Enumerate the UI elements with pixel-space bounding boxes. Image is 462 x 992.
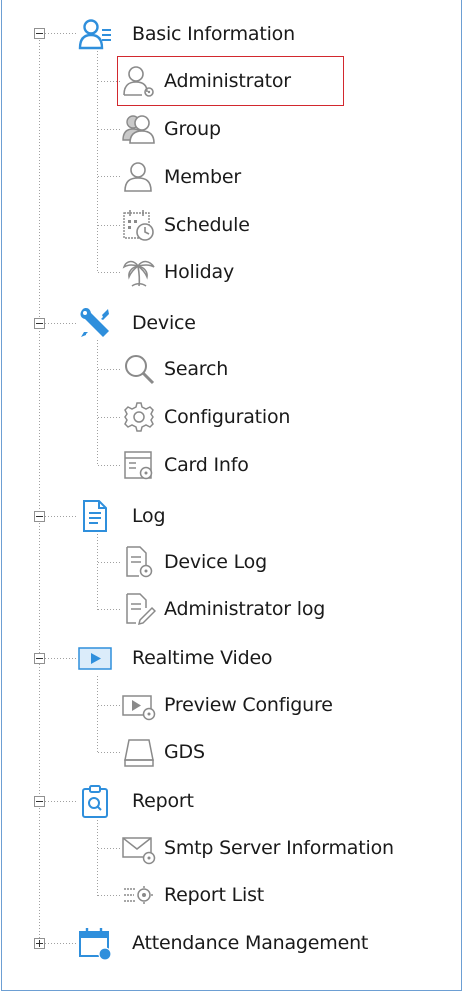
tree-node-search[interactable]: Search: [122, 349, 342, 389]
tree-node-label: Search: [164, 358, 229, 380]
tree-node-group[interactable]: Group: [122, 109, 342, 149]
tree-node-label: Attendance Management: [132, 932, 369, 954]
tree-node-label: Preview Configure: [164, 694, 333, 716]
tree-node-label: Device: [132, 312, 196, 334]
play-gear-icon: [122, 688, 156, 722]
tree-node-label: Group: [164, 118, 221, 140]
device-box-icon: [122, 735, 156, 769]
clipboard-search-icon: [78, 784, 112, 818]
tree-node-schedule[interactable]: Schedule: [122, 205, 342, 245]
expand-toggle-attendance-management[interactable]: [34, 938, 45, 949]
collapse-toggle-realtime-video[interactable]: [34, 653, 45, 664]
tree-node-administrator-log[interactable]: Administrator log: [122, 589, 382, 629]
palm-tree-icon: [122, 255, 156, 289]
tree-node-report[interactable]: Report: [78, 781, 328, 821]
document-gear-icon: [122, 545, 156, 579]
tree-node-device[interactable]: Device: [78, 303, 328, 343]
mail-gear-icon: [122, 831, 156, 865]
tree-node-attendance-management[interactable]: Attendance Management: [78, 923, 408, 963]
tree-node-basic-information[interactable]: Basic Information: [78, 14, 378, 54]
tree-node-label: Administrator: [164, 70, 291, 92]
tree-node-configuration[interactable]: Configuration: [122, 397, 372, 437]
document-icon: [78, 499, 112, 533]
tree-node-preview-configure[interactable]: Preview Configure: [122, 685, 392, 725]
tree-node-label: Configuration: [164, 406, 291, 428]
magnifier-icon: [122, 352, 156, 386]
calendar-clock-icon: [122, 208, 156, 242]
tree-node-log[interactable]: Log: [78, 496, 328, 536]
admin-user-gear-icon: [122, 64, 156, 98]
gear-icon: [122, 400, 156, 434]
tree-node-label: Realtime Video: [132, 647, 273, 669]
tree-node-administrator[interactable]: Administrator: [122, 61, 342, 101]
tree-node-holiday[interactable]: Holiday: [122, 252, 342, 292]
collapse-toggle-log[interactable]: [34, 511, 45, 522]
list-gear-icon: [122, 878, 156, 912]
tree-node-member[interactable]: Member: [122, 157, 342, 197]
tools-icon: [78, 306, 112, 340]
user-list-icon: [78, 17, 112, 51]
navigation-tree-panel: Basic Information Administrator Group Me…: [1, 0, 462, 991]
collapse-toggle-device[interactable]: [34, 318, 45, 329]
tree-node-gds[interactable]: GDS: [122, 732, 342, 772]
user-group-icon: [122, 112, 156, 146]
tree-node-label: Member: [164, 166, 241, 188]
tree-node-label: Schedule: [164, 214, 250, 236]
tree-node-label: Device Log: [164, 551, 267, 573]
tree-node-label: Administrator log: [164, 598, 326, 620]
document-pen-icon: [122, 592, 156, 626]
play-icon: [78, 641, 112, 675]
tree-node-label: Holiday: [164, 261, 235, 283]
tree-node-label: Report List: [164, 884, 265, 906]
card-gear-icon: [122, 448, 156, 482]
tree-node-smtp-server-information[interactable]: Smtp Server Information: [122, 828, 452, 868]
tree-node-label: Report: [132, 790, 194, 812]
tree-node-label: GDS: [164, 741, 205, 763]
tree-node-card-info[interactable]: Card Info: [122, 445, 342, 485]
tree-node-device-log[interactable]: Device Log: [122, 542, 342, 582]
tree-node-report-list[interactable]: Report List: [122, 875, 342, 915]
calendar-user-icon: [78, 926, 112, 960]
tree-node-label: Smtp Server Information: [164, 837, 394, 859]
tree-node-label: Card Info: [164, 454, 249, 476]
collapse-toggle-basic-information[interactable]: [34, 28, 45, 39]
tree-node-realtime-video[interactable]: Realtime Video: [78, 638, 348, 678]
tree-node-label: Basic Information: [132, 23, 295, 45]
tree-node-label: Log: [132, 505, 166, 527]
user-icon: [122, 160, 156, 194]
collapse-toggle-report[interactable]: [34, 796, 45, 807]
